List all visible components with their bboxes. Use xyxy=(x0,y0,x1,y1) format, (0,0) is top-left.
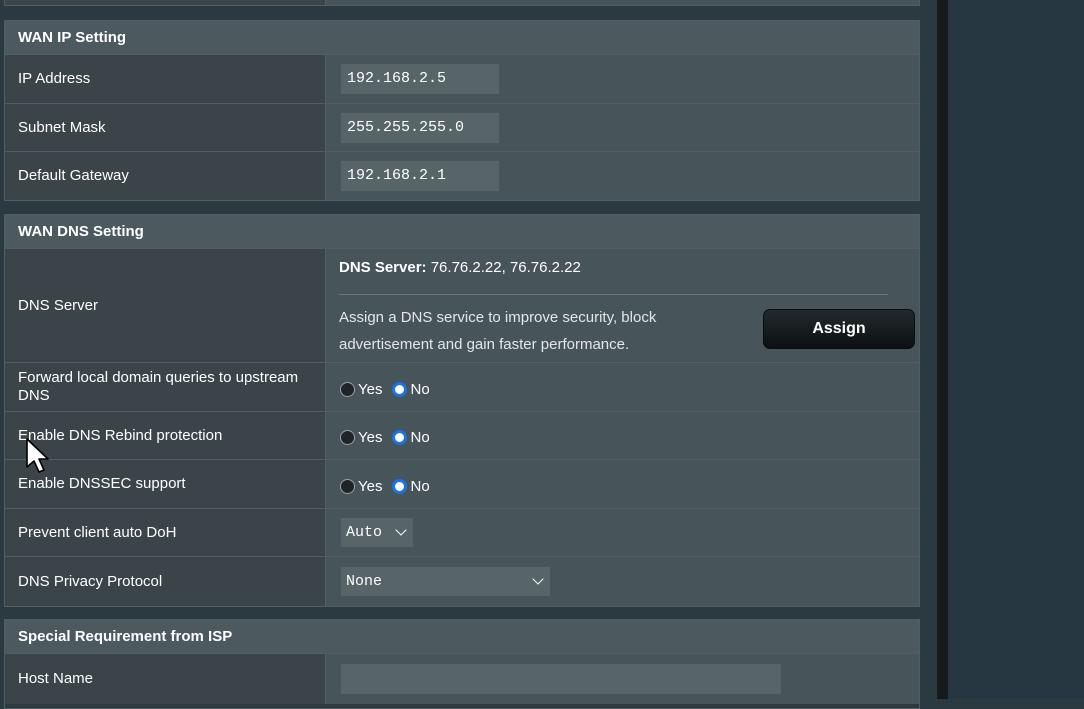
default-gateway-input[interactable]: 192.168.2.1 xyxy=(340,160,500,192)
forward-queries-row: Forward local domain queries to upstream… xyxy=(5,363,919,412)
wan-dns-section-title: WAN DNS Setting xyxy=(5,215,919,249)
dns-server-prefix: DNS Server: xyxy=(339,259,427,276)
wan-ip-section: WAN IP Setting IP Address 192.168.2.5 Su… xyxy=(4,20,920,201)
forward-queries-label: Forward local domain queries to upstream… xyxy=(5,363,326,411)
page-background xyxy=(948,0,1084,699)
rebind-yes-radio[interactable] xyxy=(340,430,355,445)
isp-section-title: Special Requirement from ISP xyxy=(5,620,919,654)
subnet-mask-row: Subnet Mask 255.255.255.0 xyxy=(5,104,919,152)
prevent-doh-value: Auto xyxy=(346,524,383,541)
assign-button[interactable]: Assign xyxy=(763,309,915,349)
host-name-row: Host Name xyxy=(5,654,919,704)
ip-address-input[interactable]: 192.168.2.5 xyxy=(340,63,500,95)
dnssec-no-label[interactable]: No xyxy=(410,478,429,495)
host-name-input[interactable] xyxy=(340,663,782,695)
forward-no-radio[interactable] xyxy=(392,381,408,397)
dns-privacy-label: DNS Privacy Protocol xyxy=(5,557,326,606)
default-gateway-row: Default Gateway 192.168.2.1 xyxy=(5,152,919,200)
dnssec-label: Enable DNSSEC support xyxy=(5,460,326,508)
rebind-yes-label[interactable]: Yes xyxy=(358,429,382,446)
dnssec-row: Enable DNSSEC support Yes No xyxy=(5,460,919,509)
subnet-mask-label: Subnet Mask xyxy=(5,104,326,151)
chevron-down-icon xyxy=(532,573,544,585)
ip-address-row: IP Address 192.168.2.5 xyxy=(5,55,919,104)
dns-server-value: 76.76.2.22, 76.76.2.22 xyxy=(430,259,581,276)
dnssec-no-radio[interactable] xyxy=(392,478,408,494)
forward-yes-radio[interactable] xyxy=(340,381,355,397)
prevent-doh-select[interactable]: Auto xyxy=(340,517,414,548)
dns-server-info: DNS Server: 76.76.2.22, 76.76.2.22 xyxy=(339,259,581,276)
dns-rebind-label: Enable DNS Rebind protection xyxy=(5,412,326,459)
rebind-no-label[interactable]: No xyxy=(410,429,429,446)
dns-divider xyxy=(339,294,888,295)
forward-yes-label[interactable]: Yes xyxy=(358,381,382,398)
default-gateway-label: Default Gateway xyxy=(5,152,326,200)
ip-address-label: IP Address xyxy=(5,55,326,103)
wan-dns-section: WAN DNS Setting DNS Server DNS Server: 7… xyxy=(4,214,920,607)
dns-privacy-select[interactable]: None xyxy=(340,566,551,597)
dns-privacy-row: DNS Privacy Protocol None xyxy=(5,557,919,606)
subnet-mask-input[interactable]: 255.255.255.0 xyxy=(340,111,500,144)
host-name-label: Host Name xyxy=(5,654,326,704)
scrollbar-track[interactable] xyxy=(937,0,948,699)
prevent-doh-label: Prevent client auto DoH xyxy=(5,509,326,556)
prevent-doh-row: Prevent client auto DoH Auto xyxy=(5,509,919,557)
wan-ip-section-title: WAN IP Setting xyxy=(5,21,919,55)
dns-server-label: DNS Server xyxy=(5,249,326,362)
forward-no-label[interactable]: No xyxy=(410,381,429,398)
dns-server-value-cell: DNS Server: 76.76.2.22, 76.76.2.22 Assig… xyxy=(326,249,919,362)
previous-section xyxy=(4,0,920,6)
dns-description: Assign a DNS service to improve security… xyxy=(339,309,657,353)
mouse-cursor-icon xyxy=(26,438,49,473)
dns-rebind-row: Enable DNS Rebind protection Yes No xyxy=(5,412,919,460)
isp-section: Special Requirement from ISP Host Name xyxy=(4,619,920,709)
dns-privacy-value: None xyxy=(346,573,383,590)
dnssec-yes-label[interactable]: Yes xyxy=(358,478,382,495)
dnssec-yes-radio[interactable] xyxy=(340,478,355,494)
dns-server-row: DNS Server DNS Server: 76.76.2.22, 76.76… xyxy=(5,249,919,363)
chevron-down-icon xyxy=(395,524,407,536)
rebind-no-radio[interactable] xyxy=(392,430,408,445)
